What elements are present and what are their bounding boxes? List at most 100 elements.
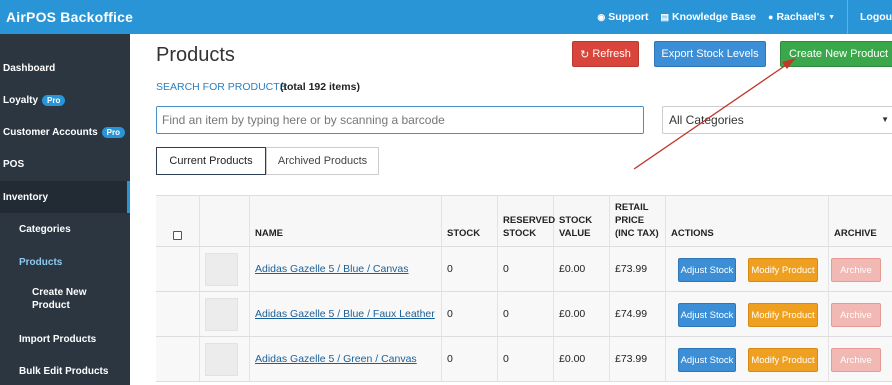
header-archive-label: ARCHIVE: [834, 228, 877, 239]
knowledge-base-link[interactable]: ▤ Knowledge Base: [654, 0, 762, 34]
row-reserved-cell: 0: [498, 337, 554, 381]
archive-button[interactable]: Archive: [831, 258, 881, 282]
page-title: Products: [156, 44, 235, 66]
header-image-cell: [200, 196, 250, 246]
row-name-cell: Adidas Gazelle 5 / Green / Canvas: [250, 337, 442, 381]
chevron-down-icon: ▼: [828, 13, 835, 21]
row-stock-cell: 0: [442, 337, 498, 381]
export-stock-button[interactable]: Export Stock Levels: [654, 41, 766, 67]
support-label: Support: [608, 11, 649, 23]
header-label-line: RESERVED: [503, 215, 556, 226]
support-link[interactable]: ◉ Support: [591, 0, 654, 34]
table-row: Adidas Gazelle 5 / Green / Canvas 0 0 £0…: [156, 337, 892, 382]
product-name-link[interactable]: Adidas Gazelle 5 / Blue / Faux Leather: [255, 308, 435, 320]
search-total-count: (total 192 items): [280, 81, 360, 93]
sidebar-item-label: Import Products: [19, 333, 97, 345]
sidebar-item-customer-accounts[interactable]: Customer Accounts Pro: [0, 116, 130, 148]
row-price-cell: £73.99: [610, 337, 666, 381]
main-content: Products ↻ Refresh Export Stock Levels C…: [130, 34, 892, 385]
user-label: Rachael's: [776, 11, 826, 23]
header-label-line: STOCK: [559, 215, 593, 226]
adjust-stock-button[interactable]: Adjust Stock: [678, 348, 736, 372]
sidebar-item-label: Products: [19, 256, 63, 268]
tab-current-products[interactable]: Current Products: [156, 147, 266, 175]
sidebar: Dashboard Loyalty Pro Customer Accounts …: [0, 34, 130, 385]
chat-icon: ◉: [597, 11, 606, 22]
search-for-products-link[interactable]: SEARCH FOR PRODUCTS: [156, 81, 287, 93]
product-name-link[interactable]: Adidas Gazelle 5 / Blue / Canvas: [255, 263, 409, 275]
header-name[interactable]: NAME: [250, 196, 442, 246]
sidebar-item-inventory[interactable]: Inventory: [0, 181, 130, 213]
header-reserved-stock[interactable]: RESERVED STOCK: [498, 196, 556, 246]
refresh-button[interactable]: ↻ Refresh: [572, 41, 639, 67]
sidebar-item-categories[interactable]: Categories: [0, 213, 130, 245]
adjust-stock-button[interactable]: Adjust Stock: [678, 303, 736, 327]
row-value-cell: £0.00: [554, 337, 610, 381]
sidebar-item-label: Bulk Edit Products: [19, 365, 109, 377]
header-actions-label: ACTIONS: [671, 228, 714, 239]
row-archive-cell: Archive: [829, 247, 892, 291]
category-selected-value: All Categories: [669, 113, 744, 127]
sidebar-item-label: Dashboard: [3, 62, 56, 74]
table-row: Adidas Gazelle 5 / Blue / Faux Leather 0…: [156, 292, 892, 337]
sidebar-item-pos[interactable]: POS: [0, 148, 130, 180]
sidebar-item-dashboard[interactable]: Dashboard: [0, 52, 130, 84]
row-select-cell: [156, 292, 200, 336]
modify-product-button[interactable]: Modify Product: [748, 258, 818, 282]
select-all-checkbox[interactable]: [173, 231, 182, 240]
row-image-cell: [200, 247, 250, 291]
sidebar-item-products[interactable]: Products: [0, 246, 130, 278]
app-title[interactable]: AirPOS Backoffice: [6, 9, 133, 25]
modify-product-button[interactable]: Modify Product: [748, 348, 818, 372]
header-actions: ACTIONS: [666, 196, 829, 246]
row-value-cell: £0.00: [554, 247, 610, 291]
user-menu[interactable]: ● Rachael's ▼: [762, 0, 841, 34]
sidebar-item-import-products[interactable]: Import Products: [0, 323, 130, 355]
user-icon: ●: [768, 12, 774, 22]
sidebar-item-create-new-product[interactable]: Create New Product: [0, 283, 130, 315]
row-actions-cell: Adjust Stock Modify Product: [666, 292, 829, 336]
chevron-down-icon: ▼: [881, 115, 889, 124]
refresh-label: Refresh: [592, 48, 631, 60]
header-label-line: PRICE: [615, 215, 645, 226]
header-select-cell: [156, 196, 200, 246]
row-price-cell: £74.99: [610, 292, 666, 336]
header-label-line: RETAIL: [615, 202, 649, 213]
header-stock[interactable]: STOCK: [442, 196, 498, 246]
category-select[interactable]: All Categories ▼: [662, 106, 892, 134]
create-new-product-button[interactable]: Create New Product: [780, 41, 892, 67]
row-reserved-cell: 0: [498, 247, 554, 291]
header-stock-label: STOCK: [447, 228, 481, 239]
row-name-cell: Adidas Gazelle 5 / Blue / Faux Leather: [250, 292, 442, 336]
tab-archived-products[interactable]: Archived Products: [266, 147, 379, 175]
adjust-stock-button[interactable]: Adjust Stock: [678, 258, 736, 282]
products-table: NAME STOCK RESERVED STOCK STOCK VALUE RE…: [156, 195, 892, 382]
archive-button[interactable]: Archive: [831, 348, 881, 372]
row-stock-cell: 0: [442, 292, 498, 336]
row-actions-cell: Adjust Stock Modify Product: [666, 247, 829, 291]
header-label-line: (INC TAX): [615, 228, 659, 239]
logout-label: Logout: [860, 11, 892, 23]
product-search-input[interactable]: [156, 106, 644, 134]
row-image-cell: [200, 292, 250, 336]
product-thumbnail: [205, 297, 238, 331]
header-name-label: NAME: [255, 228, 283, 239]
row-image-cell: [200, 337, 250, 381]
sidebar-item-bulk-edit-products[interactable]: Bulk Edit Products: [0, 355, 130, 385]
header-retail-price[interactable]: RETAIL PRICE (INC TAX): [610, 196, 666, 246]
sidebar-item-label-line2: Product: [32, 300, 70, 311]
sidebar-item-label: POS: [3, 158, 25, 170]
sidebar-item-label: Inventory: [3, 191, 49, 203]
sidebar-item-loyalty[interactable]: Loyalty Pro: [0, 84, 130, 116]
modify-product-button[interactable]: Modify Product: [748, 303, 818, 327]
archive-button[interactable]: Archive: [831, 303, 881, 327]
pro-badge: Pro: [101, 126, 125, 138]
refresh-icon: ↻: [580, 48, 590, 61]
product-name-link[interactable]: Adidas Gazelle 5 / Green / Canvas: [255, 353, 417, 365]
header-archive: ARCHIVE: [829, 196, 892, 246]
header-stock-value[interactable]: STOCK VALUE: [554, 196, 610, 246]
logout-link[interactable]: Logout: [848, 0, 892, 34]
book-icon: ▤: [660, 11, 669, 22]
row-select-cell: [156, 337, 200, 381]
product-thumbnail: [205, 342, 238, 376]
